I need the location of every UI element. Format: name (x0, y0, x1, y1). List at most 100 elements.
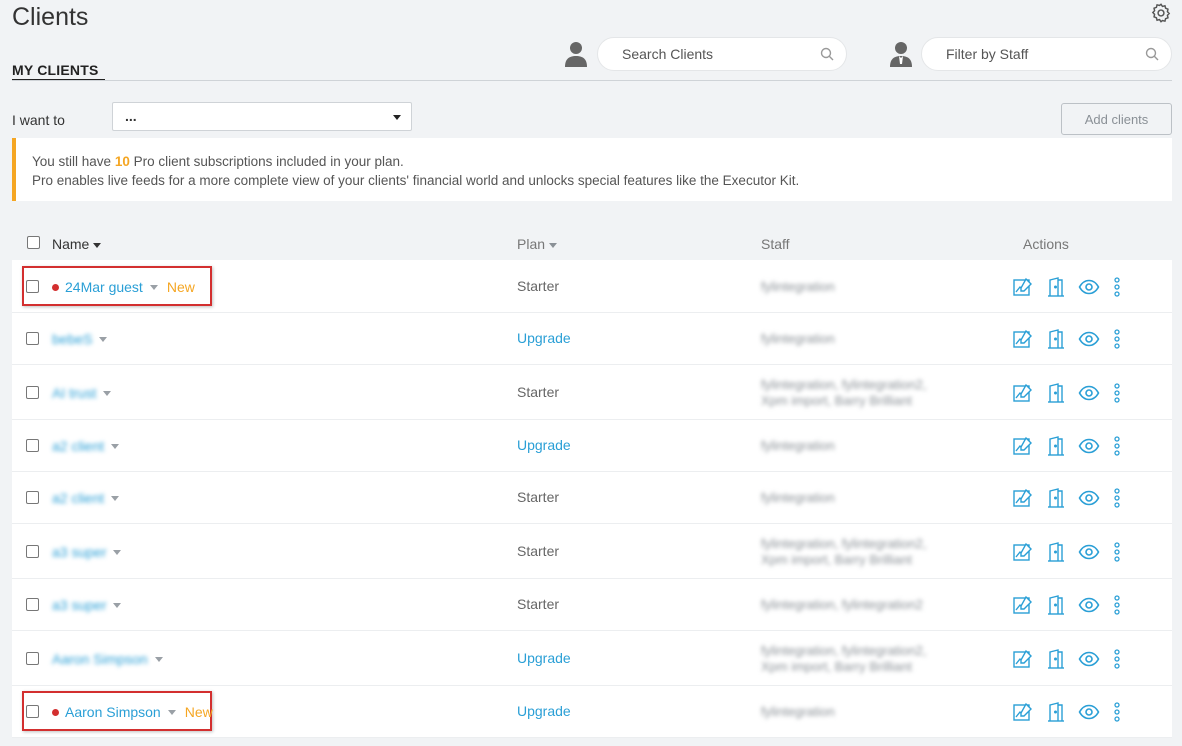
tab-my-clients[interactable]: MY CLIENTS (12, 62, 99, 78)
row-checkbox[interactable] (26, 598, 39, 611)
more-options-icon[interactable] (1113, 488, 1121, 508)
eye-icon[interactable] (1078, 648, 1100, 670)
door-icon[interactable] (1045, 487, 1067, 509)
row-actions (1012, 701, 1121, 723)
chevron-down-icon[interactable] (113, 549, 122, 555)
client-name-link[interactable]: a3 super (52, 597, 106, 613)
i-want-to-select[interactable]: ... (112, 102, 412, 131)
more-options-icon[interactable] (1113, 383, 1121, 403)
search-clients-box[interactable] (597, 37, 847, 71)
edit-chart-icon[interactable] (1012, 701, 1034, 723)
plan-label: Starter (517, 384, 560, 400)
chevron-down-icon[interactable] (103, 390, 112, 396)
upgrade-link[interactable]: Upgrade (517, 650, 571, 666)
row-checkbox[interactable] (26, 332, 39, 345)
search-icon[interactable] (820, 47, 834, 61)
page-title: Clients (12, 3, 89, 31)
search-clients-input[interactable] (622, 46, 820, 62)
i-want-to-label: I want to (12, 112, 65, 128)
row-actions (1012, 648, 1121, 670)
upgrade-link[interactable]: Upgrade (517, 703, 571, 719)
chevron-down-icon[interactable] (167, 709, 176, 715)
client-name-link[interactable]: Aaron Simpson (65, 704, 161, 720)
eye-icon[interactable] (1078, 541, 1100, 563)
client-name-cell: a3 super (52, 596, 122, 614)
client-name-cell: 24Mar guest New (52, 278, 195, 296)
search-icon[interactable] (1145, 47, 1159, 61)
header-name[interactable]: Name (52, 236, 102, 252)
row-checkbox[interactable] (26, 652, 39, 665)
filter-staff-input[interactable] (946, 46, 1145, 62)
staff-cell: fylintegration (761, 331, 835, 346)
more-options-icon[interactable] (1113, 277, 1121, 297)
chevron-down-icon[interactable] (99, 336, 108, 342)
more-options-icon[interactable] (1113, 649, 1121, 669)
door-icon[interactable] (1045, 541, 1067, 563)
door-icon[interactable] (1045, 382, 1067, 404)
chevron-down-icon[interactable] (149, 284, 158, 290)
plan-label: Starter (517, 489, 560, 505)
door-icon[interactable] (1045, 648, 1067, 670)
eye-icon[interactable] (1078, 701, 1100, 723)
row-checkbox[interactable] (26, 280, 39, 293)
row-checkbox[interactable] (26, 386, 39, 399)
row-checkbox[interactable] (26, 491, 39, 504)
client-name-link[interactable]: 24Mar guest (65, 279, 143, 295)
gear-icon[interactable] (1150, 2, 1172, 24)
edit-chart-icon[interactable] (1012, 594, 1034, 616)
staff-cell: fylintegration (761, 279, 835, 294)
more-options-icon[interactable] (1113, 702, 1121, 722)
edit-chart-icon[interactable] (1012, 328, 1034, 350)
door-icon[interactable] (1045, 328, 1067, 350)
row-actions (1012, 594, 1121, 616)
client-name-cell: AI trust (52, 384, 112, 402)
clients-table-body: 24Mar guest New Starter fylintegration bebe… (12, 260, 1172, 738)
chevron-down-icon[interactable] (111, 495, 120, 501)
eye-icon[interactable] (1078, 382, 1100, 404)
plan-label: Starter (517, 543, 560, 559)
edit-chart-icon[interactable] (1012, 487, 1034, 509)
edit-chart-icon[interactable] (1012, 541, 1034, 563)
edit-chart-icon[interactable] (1012, 435, 1034, 457)
client-name-cell: bebeS (52, 330, 108, 348)
table-row: AI trust Starter fylintegration, fylintegr… (12, 365, 1172, 420)
header-plan[interactable]: Plan (517, 236, 558, 252)
eye-icon[interactable] (1078, 487, 1100, 509)
filter-staff-box[interactable] (921, 37, 1172, 71)
chevron-down-icon[interactable] (113, 602, 122, 608)
door-icon[interactable] (1045, 594, 1067, 616)
chevron-down-icon[interactable] (111, 443, 120, 449)
door-icon[interactable] (1045, 435, 1067, 457)
more-options-icon[interactable] (1113, 329, 1121, 349)
row-checkbox[interactable] (26, 439, 39, 452)
upgrade-link[interactable]: Upgrade (517, 330, 571, 346)
eye-icon[interactable] (1078, 435, 1100, 457)
eye-icon[interactable] (1078, 328, 1100, 350)
door-icon[interactable] (1045, 276, 1067, 298)
table-header: Name Plan Staff Actions (12, 228, 1172, 260)
more-options-icon[interactable] (1113, 436, 1121, 456)
edit-chart-icon[interactable] (1012, 276, 1034, 298)
client-name-link[interactable]: a3 super (52, 544, 106, 560)
edit-chart-icon[interactable] (1012, 648, 1034, 670)
more-options-icon[interactable] (1113, 542, 1121, 562)
table-row: Aaron Simpson New Upgrade fylintegration (12, 686, 1172, 738)
client-name-link[interactable]: AI trust (52, 385, 96, 401)
edit-chart-icon[interactable] (1012, 382, 1034, 404)
door-icon[interactable] (1045, 701, 1067, 723)
eye-icon[interactable] (1078, 594, 1100, 616)
client-name-cell: Aaron Simpson (52, 650, 163, 668)
client-name-link[interactable]: bebeS (52, 331, 92, 347)
chevron-down-icon[interactable] (154, 656, 163, 662)
notice-line-2: Pro enables live feeds for a more comple… (32, 173, 800, 188)
client-name-link[interactable]: Aaron Simpson (52, 651, 148, 667)
eye-icon[interactable] (1078, 276, 1100, 298)
more-options-icon[interactable] (1113, 595, 1121, 615)
select-all-checkbox[interactable] (27, 236, 40, 249)
upgrade-link[interactable]: Upgrade (517, 437, 571, 453)
add-clients-button[interactable]: Add clients (1061, 103, 1172, 135)
row-checkbox[interactable] (26, 545, 39, 558)
row-checkbox[interactable] (26, 705, 39, 718)
client-name-link[interactable]: a2 client (52, 438, 104, 454)
client-name-link[interactable]: a2 client (52, 490, 104, 506)
